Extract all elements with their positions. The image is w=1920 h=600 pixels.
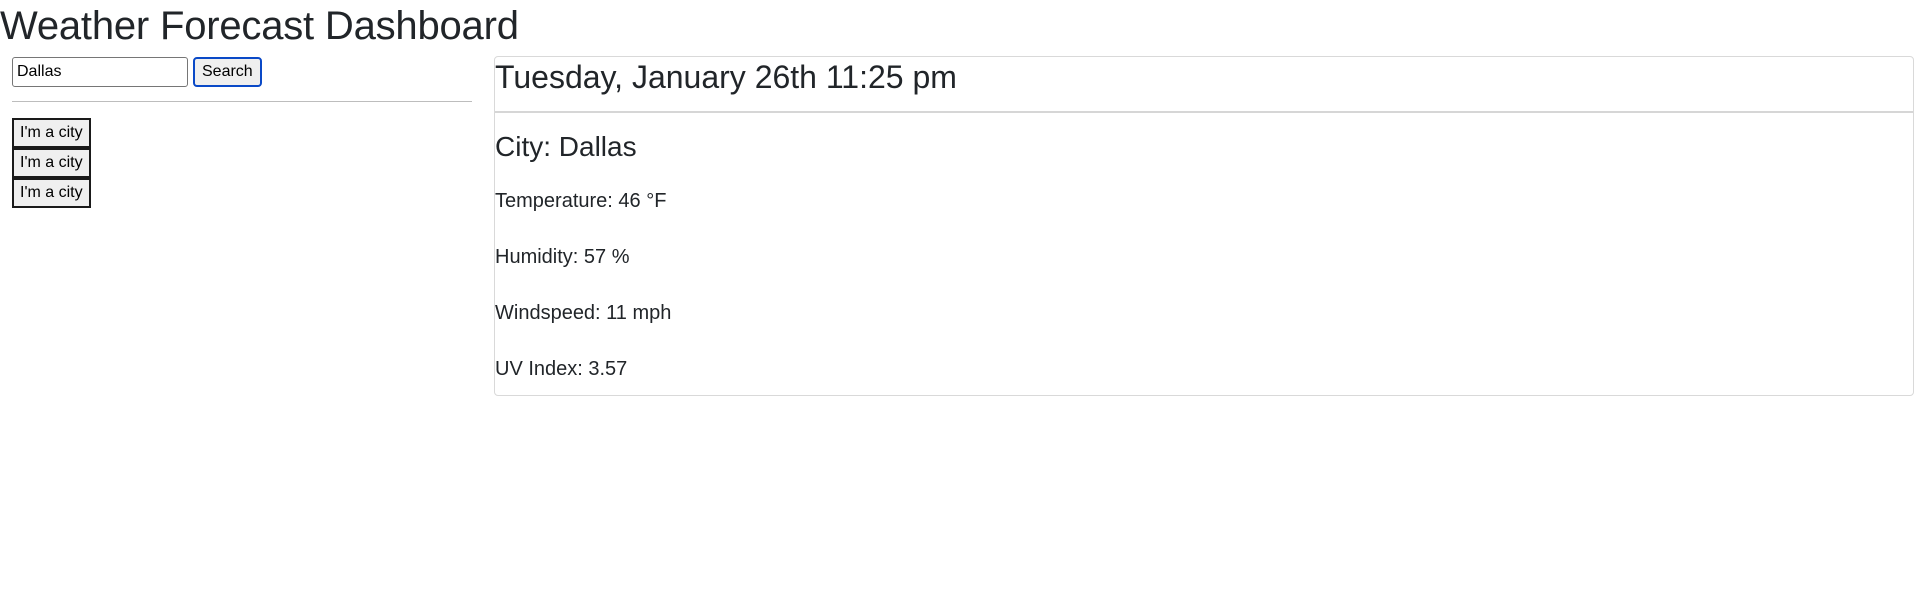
city-name: City: Dallas [495,131,637,162]
card-header: Tuesday, January 26th 11:25 pm [495,57,1913,113]
city-search-input[interactable] [12,57,188,87]
windspeed-value: Windspeed: 11 mph [495,302,672,324]
uv-index-value: UV Index: 3.57 [495,358,628,380]
search-form: Search [12,57,472,87]
city-history-button[interactable]: I'm a city [12,118,91,148]
sidebar-divider [12,101,472,102]
city-history-button[interactable]: I'm a city [12,148,91,178]
card-body: City: Dallas Temperature: 46 °F Humidity… [495,129,1913,381]
page-title: Weather Forecast Dashboard [0,4,519,48]
sidebar: Search I'm a city I'm a city I'm a city [12,57,472,208]
humidity-value: Humidity: 57 % [495,246,630,268]
search-button[interactable]: Search [193,57,262,87]
city-history-list: I'm a city I'm a city I'm a city [12,118,472,208]
current-weather-card: Tuesday, January 26th 11:25 pm City: Dal… [494,56,1914,396]
city-history-button[interactable]: I'm a city [12,178,91,208]
current-date: Tuesday, January 26th 11:25 pm [495,59,957,95]
dashboard-layout: Search I'm a city I'm a city I'm a city … [0,52,1920,600]
temperature-value: Temperature: 46 °F [495,190,667,212]
